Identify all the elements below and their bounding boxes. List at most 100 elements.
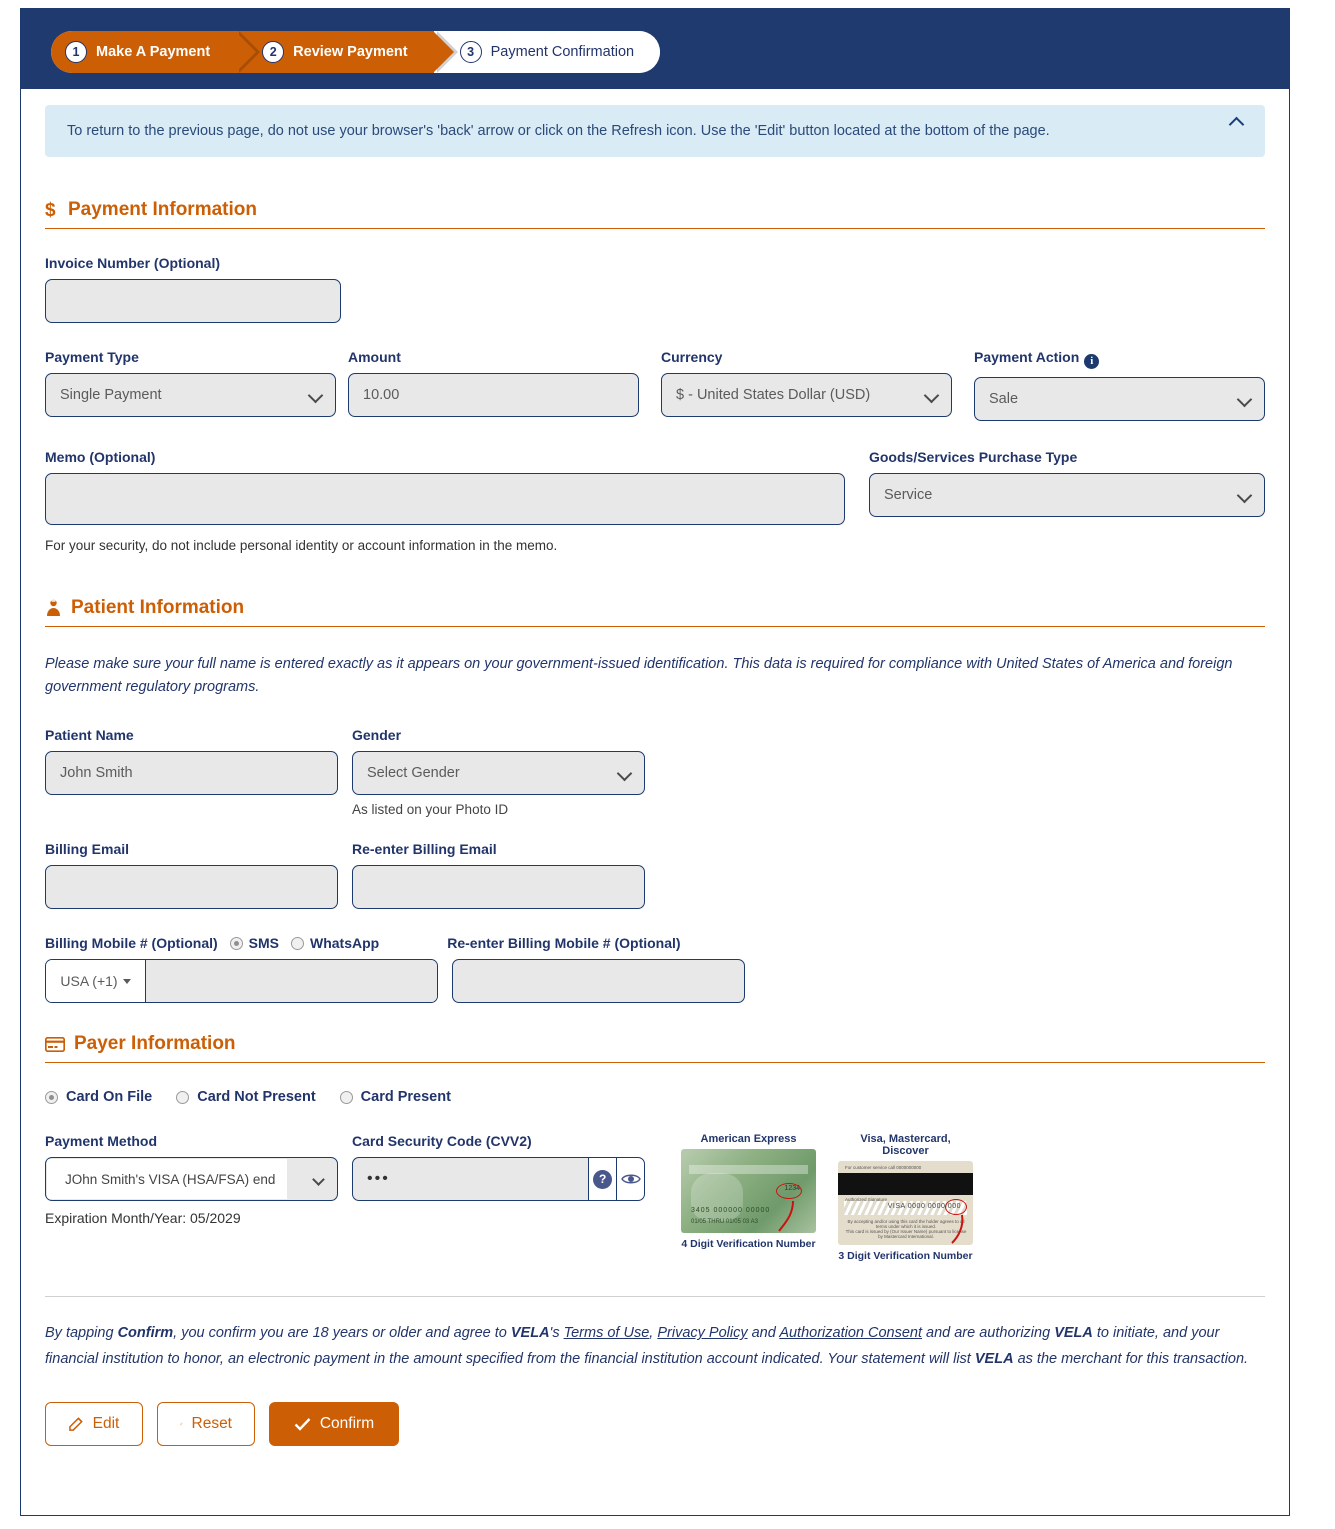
billing-mobile-input[interactable] (146, 960, 437, 1003)
gender-select[interactable]: Select Gender (352, 751, 645, 796)
radio-card-present[interactable] (339, 1090, 353, 1104)
info-icon[interactable]: i (1084, 353, 1100, 369)
check-icon (294, 1418, 311, 1431)
invoice-row: Invoice Number (Optional) (45, 255, 1265, 324)
reenter-billing-email-label: Re-enter Billing Email (352, 841, 497, 858)
eye-icon (620, 1174, 641, 1184)
credit-card-icon (45, 1036, 65, 1052)
divider (45, 1296, 1265, 1298)
confirm-button-label: Confirm (319, 1414, 375, 1432)
payment-details-row: Payment Type Single Payment Amount Curre… (45, 349, 1265, 421)
billing-mobile-group: USA (+1) (45, 959, 438, 1004)
invoice-number-label: Invoice Number (Optional) (45, 255, 221, 272)
visa-line-top: For customer service call 0000000000 (845, 1165, 922, 1171)
step-number-1: 1 (65, 41, 87, 63)
country-code-dropdown[interactable]: USA (+1) (46, 960, 146, 1003)
payment-type-select[interactable]: Single Payment (45, 373, 336, 418)
step-label-1: Make A Payment (96, 44, 211, 60)
payment-action-select[interactable]: Sale (974, 376, 1265, 421)
channel-label-whatsapp: WhatsApp (310, 935, 380, 952)
radio-whatsapp[interactable] (291, 936, 304, 950)
payment-method-select[interactable]: JOhn Smith's VISA (HSA/FSA) end (45, 1157, 338, 1202)
terms-of-use-link[interactable]: Terms of Use (564, 1325, 650, 1341)
payment-information-title: Payment Information (68, 199, 257, 221)
cvv-help-images: American Express 3405 000000 00000 01/05… (681, 1133, 973, 1262)
memo-label: Memo (Optional) (45, 448, 156, 465)
legal-mid2: and are authorizing (921, 1325, 1055, 1342)
radio-option-card-on-file[interactable]: Card On File (45, 1089, 152, 1105)
cvv-reveal-button[interactable] (616, 1157, 645, 1202)
refresh-icon (180, 1422, 183, 1426)
edit-button[interactable]: Edit (45, 1401, 143, 1446)
patient-information-title: Patient Information (71, 596, 245, 618)
invoice-number-input[interactable] (45, 279, 341, 324)
legal-brand-3: VELA (974, 1350, 1014, 1367)
billing-mobile-label: Billing Mobile # (Optional) (45, 935, 218, 952)
legal-suffix: as the merchant for this transaction. (1013, 1350, 1249, 1367)
chevron-down-icon (312, 1173, 325, 1187)
reenter-billing-mobile-label: Re-enter Billing Mobile # (Optional) (447, 935, 681, 952)
legal-disclaimer: By tapping Confirm, you confirm you are … (45, 1321, 1265, 1372)
radio-option-card-present[interactable]: Card Present (339, 1089, 451, 1105)
channel-option-whatsapp[interactable]: WhatsApp (291, 935, 379, 951)
chevron-down-icon (122, 978, 131, 984)
legal-and: and (747, 1325, 780, 1342)
chevron-up-icon[interactable] (1225, 113, 1247, 135)
billing-mobile-block: Billing Mobile # (Optional) SMS WhatsApp… (45, 935, 1265, 1004)
step-payment-confirmation[interactable]: 3 Payment Confirmation (433, 31, 661, 73)
step-make-a-payment[interactable]: 1 Make A Payment (51, 31, 261, 73)
step-label-2: Review Payment (293, 44, 408, 60)
step-number-3: 3 (459, 41, 482, 63)
visa-fine-print-2: This card is issued by (Our Issuer Name)… (845, 1229, 967, 1240)
radio-option-card-not-present[interactable]: Card Not Present (176, 1089, 316, 1106)
channel-option-sms[interactable]: SMS (229, 935, 279, 952)
goods-services-purchase-type-select[interactable]: Service (868, 472, 1265, 517)
memo-security-note: For your security, do not include person… (45, 537, 558, 553)
reenter-billing-mobile-input[interactable] (452, 959, 745, 1004)
step-label-3: Payment Confirmation (490, 44, 635, 60)
payment-method-label: Payment Method (45, 1133, 158, 1150)
info-banner-text: To return to the previous page, do not u… (67, 123, 1050, 139)
legal-possessive: 's (549, 1325, 564, 1342)
patient-name-input[interactable] (45, 751, 338, 796)
channel-label-sms: SMS (248, 935, 279, 952)
expiration-note: Expiration Month/Year: 05/2029 (45, 1210, 241, 1227)
visa-fine-print-1: By accepting and/or using this card the … (847, 1219, 965, 1230)
cvv-help-button[interactable]: ? (588, 1157, 617, 1202)
memo-textarea[interactable] (45, 472, 845, 525)
memo-row: Memo (Optional) For your security, do no… (45, 449, 1265, 587)
cvv-label: Card Security Code (CVV2) (352, 1133, 532, 1150)
action-buttons: Edit Reset Confirm (45, 1401, 1265, 1470)
confirm-button[interactable]: Confirm (269, 1401, 399, 1446)
authorization-consent-link[interactable]: Authorization Consent (779, 1325, 922, 1341)
radio-sms[interactable] (229, 936, 243, 950)
privacy-policy-link[interactable]: Privacy Policy (657, 1325, 747, 1341)
reenter-billing-email-input[interactable] (352, 865, 645, 910)
currency-label: Currency (661, 349, 723, 366)
payment-action-label-text: Payment Action (974, 349, 1080, 366)
amount-input[interactable] (348, 373, 639, 418)
radio-card-not-present[interactable] (176, 1090, 190, 1104)
stepper-header: 1 Make A Payment 2 Review Payment 3 Paym… (21, 9, 1289, 89)
patient-name-row: Patient Name Gender Select Gender As lis… (45, 727, 1265, 817)
billing-email-label: Billing Email (45, 841, 130, 858)
radio-label-card-not-present: Card Not Present (197, 1089, 316, 1106)
amex-caption: 4 Digit Verification Number (681, 1238, 816, 1251)
patient-information-heading: Patient Information (45, 597, 1265, 627)
currency-select[interactable]: $ - United States Dollar (USD) (661, 373, 952, 418)
payment-method-value: JOhn Smith's VISA (HSA/FSA) end (47, 1159, 287, 1200)
cvv-input[interactable] (352, 1157, 588, 1202)
step-number-2: 2 (262, 41, 285, 63)
payment-method-row: Payment Method JOhn Smith's VISA (HSA/FS… (45, 1133, 1265, 1262)
step-review-payment[interactable]: 2 Review Payment (236, 31, 459, 73)
payment-action-label: Payment Action i (974, 349, 1265, 369)
reset-button[interactable]: Reset (157, 1401, 255, 1446)
visa-mc-discover-card-image: For customer service call 0000000000 Aut… (838, 1161, 973, 1246)
legal-prefix: By tapping (45, 1325, 118, 1342)
amex-card-number: 3405 000000 00000 (691, 1207, 771, 1215)
payer-information-title: Payer Information (74, 1033, 236, 1055)
dollar-sign-icon: $ (45, 200, 59, 220)
country-code-label: USA (+1) (60, 973, 118, 990)
billing-email-input[interactable] (45, 865, 338, 910)
radio-card-on-file[interactable] (45, 1090, 58, 1104)
